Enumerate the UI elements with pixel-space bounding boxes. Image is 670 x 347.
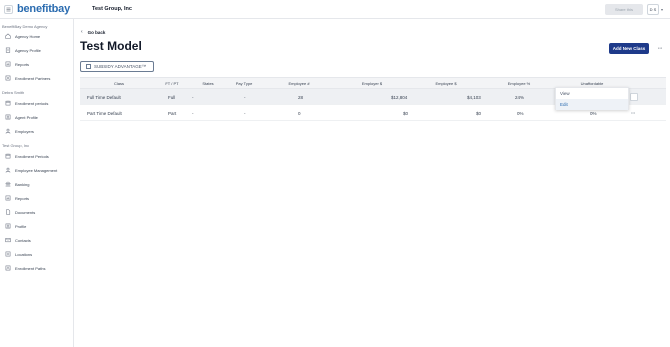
cell-employer-cost: $12,804	[391, 95, 408, 100]
bank-icon	[5, 181, 11, 187]
sidebar-item-agency-home[interactable]: Agency Home	[5, 32, 40, 40]
cell-class: Full Time Default	[87, 95, 121, 100]
sidebar-item-label: Employee Management	[15, 167, 58, 173]
chevron-down-icon[interactable]: ▾	[661, 7, 663, 12]
cell-employee-cost: $0	[476, 111, 482, 116]
share-button[interactable]: Share this	[605, 4, 643, 15]
sidebar-item-label: Agency Home	[15, 33, 41, 39]
partners-icon	[5, 75, 11, 81]
sidebar-item-enrollment-paths[interactable]: Enrollment Paths	[5, 264, 45, 272]
sidebar-item-label: Reports	[15, 195, 30, 201]
go-back-label: Go back	[87, 29, 106, 35]
cell-employee-percent: 0%	[517, 111, 524, 116]
report-icon	[5, 61, 11, 67]
sidebar-item-label: Reports	[15, 61, 30, 67]
sidebar-item-label: Agent Profile	[15, 114, 38, 120]
row-actions-menu: View Edit	[555, 87, 629, 110]
sidebar-item-label: Enrollment Partners	[15, 75, 51, 81]
sidebar-item-agency-reports[interactable]: Reports	[5, 60, 29, 68]
users-icon	[5, 128, 11, 134]
column-header: Employee %	[507, 81, 531, 86]
sidebar-item-contacts[interactable]: Contacts	[5, 236, 31, 244]
brand-logo[interactable]: benefitbay	[17, 3, 70, 15]
cell-unaffordable: 0%	[590, 111, 597, 116]
more-options-icon[interactable]: ···	[654, 43, 665, 54]
cell-employee-cost: $4,103	[467, 95, 481, 100]
sidebar-item-label: Enrollment periods	[15, 100, 49, 106]
cell-paytype: -	[244, 95, 246, 100]
location-icon	[5, 251, 11, 257]
column-header: Employee #	[288, 81, 310, 86]
cell-employer-cost: $0	[403, 111, 409, 116]
column-header: Class	[113, 81, 124, 86]
cell-states: -	[192, 95, 194, 100]
building-icon	[5, 47, 11, 53]
cell-class: Part Time Default	[87, 111, 122, 116]
document-icon	[5, 209, 11, 215]
profile-icon	[5, 114, 11, 120]
sidebar-item-label: Enrollment Paths	[15, 265, 46, 271]
cell-paytype: -	[244, 111, 246, 116]
sidebar-item-enrollment-periods-agent[interactable]: Enrollment periods	[5, 99, 48, 107]
sidebar-heading-agent: Debra Smith	[2, 90, 25, 95]
sidebar-item-agency-profile[interactable]: Agency Profile	[5, 46, 41, 54]
column-header: Employee $	[435, 81, 457, 86]
user-avatar[interactable]: D S	[647, 4, 659, 15]
row-more-icon[interactable]: •••	[631, 110, 635, 115]
sidebar-item-label: Documents	[15, 209, 36, 215]
sidebar: BenefitBay Demo Agency Agency Home Agenc…	[0, 19, 74, 347]
add-new-class-button[interactable]: Add New Class	[609, 43, 649, 54]
sidebar-item-enrollment-periods[interactable]: Enrollment Periods	[5, 152, 49, 160]
menu-item-edit[interactable]: Edit	[556, 99, 628, 110]
column-header: Pay Type	[235, 81, 253, 86]
column-header: Employer $	[361, 81, 383, 86]
sidebar-item-employers[interactable]: Employers	[5, 127, 34, 135]
sidebar-item-enrollment-partners[interactable]: Enrollment Partners	[5, 74, 50, 82]
sidebar-item-locations[interactable]: Locations	[5, 250, 32, 258]
column-header: States	[202, 81, 214, 86]
sidebar-heading-agency: BenefitBay Demo Agency	[2, 24, 48, 29]
sidebar-item-agent-profile[interactable]: Agent Profile	[5, 113, 38, 121]
subsidy-advantage-toggle[interactable]: SUBSIDY ADVANTAGE™	[80, 61, 154, 72]
sidebar-item-label: Profile	[15, 223, 27, 229]
sidebar-item-profile[interactable]: Profile	[5, 222, 26, 230]
sidebar-item-banking[interactable]: Banking	[5, 180, 29, 188]
report-icon	[5, 195, 11, 201]
column-header: FT / PT	[165, 81, 179, 86]
sidebar-item-label: Locations	[15, 251, 33, 257]
checkbox-icon[interactable]	[86, 64, 91, 69]
cell-employee-percent: 24%	[515, 95, 525, 100]
cell-employee-count: 0	[298, 111, 301, 116]
calendar-icon	[5, 100, 11, 106]
profile-icon	[5, 223, 11, 229]
home-icon	[5, 33, 11, 39]
sidebar-item-label: Enrollment Periods	[15, 153, 49, 159]
cell-states: -	[192, 111, 194, 116]
sidebar-item-documents[interactable]: Documents	[5, 208, 35, 216]
column-header: Unaffordable	[580, 81, 604, 86]
sidebar-item-label: Banking	[15, 181, 30, 187]
company-name: Test Group, Inc	[92, 6, 132, 12]
menu-item-view[interactable]: View	[556, 88, 628, 99]
sidebar-item-label: Agency Profile	[15, 47, 41, 53]
cell-ftpt: Part	[168, 111, 177, 116]
page-title: Test Model	[80, 39, 142, 53]
chevron-left-icon: ‹	[81, 29, 83, 35]
top-bar: benefitbay Test Group, Inc Share this D …	[0, 0, 670, 19]
sidebar-item-label: Employers	[15, 128, 34, 134]
users-icon	[5, 167, 11, 173]
row-select-checkbox[interactable]	[630, 93, 638, 101]
menu-icon[interactable]	[4, 5, 13, 14]
sidebar-heading-company: Test Group, Inc	[2, 143, 30, 148]
sidebar-item-employee-management[interactable]: Employee Management	[5, 166, 57, 174]
subsidy-label: SUBSIDY ADVANTAGE™	[94, 64, 147, 69]
mail-icon	[5, 237, 11, 243]
sidebar-item-reports[interactable]: Reports	[5, 194, 29, 202]
go-back-link[interactable]: ‹ Go back	[81, 29, 105, 35]
cell-employee-count: 28	[298, 95, 304, 100]
cell-ftpt: Full	[168, 95, 176, 100]
sidebar-item-label: Contacts	[15, 237, 31, 243]
path-icon	[5, 265, 11, 271]
calendar-icon	[5, 153, 11, 159]
